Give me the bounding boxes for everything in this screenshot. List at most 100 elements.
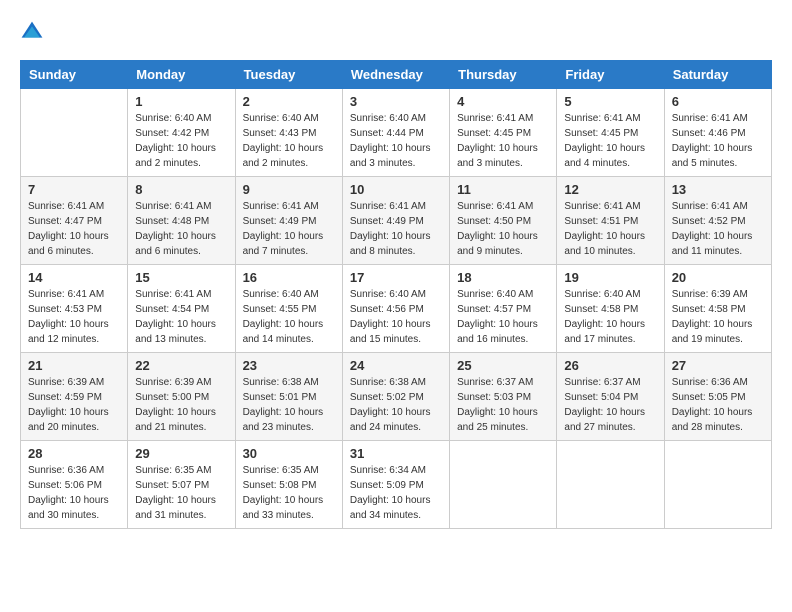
day-number: 22 <box>135 358 227 373</box>
day-number: 24 <box>350 358 442 373</box>
calendar-cell: 27 Sunrise: 6:36 AMSunset: 5:05 PMDayligh… <box>664 353 771 441</box>
day-info: Sunrise: 6:35 AMSunset: 5:07 PMDaylight:… <box>135 463 227 523</box>
calendar-cell: 11 Sunrise: 6:41 AMSunset: 4:50 PMDayligh… <box>450 177 557 265</box>
calendar-week-row: 21Sunrise: 6:39 AMSunset: 4:59 PMDayligh… <box>21 353 772 441</box>
day-number: 23 <box>243 358 335 373</box>
calendar-header-row: SundayMondayTuesdayWednesdayThursdayFrid… <box>21 61 772 89</box>
calendar-cell: 4 Sunrise: 6:41 AMSunset: 4:45 PMDaylight… <box>450 89 557 177</box>
day-number: 16 <box>243 270 335 285</box>
day-number: 26 <box>564 358 656 373</box>
calendar-cell: 3Sunrise: 6:40 AMSunset: 4:44 PMDaylight… <box>342 89 449 177</box>
day-info: Sunrise: 6:38 AMSunset: 5:01 PMDaylight:… <box>243 375 335 435</box>
calendar-table: SundayMondayTuesdayWednesdayThursdayFrid… <box>20 60 772 529</box>
day-number: 7 <box>28 182 120 197</box>
page-header <box>20 20 772 44</box>
calendar-cell: 14 Sunrise: 6:41 AMSunset: 4:53 PMDayligh… <box>21 265 128 353</box>
weekday-header: Saturday <box>664 61 771 89</box>
calendar-cell: 19 Sunrise: 6:40 AMSunset: 4:58 PMDayligh… <box>557 265 664 353</box>
day-number: 27 <box>672 358 764 373</box>
day-number: 20 <box>672 270 764 285</box>
day-info: Sunrise: 6:41 AMSunset: 4:47 PMDaylight:… <box>28 199 120 259</box>
calendar-cell: 26Sunrise: 6:37 AMSunset: 5:04 PMDayligh… <box>557 353 664 441</box>
day-info: Sunrise: 6:34 AMSunset: 5:09 PMDaylight:… <box>350 463 442 523</box>
day-number: 3 <box>350 94 442 109</box>
logo <box>20 20 48 44</box>
calendar-week-row: 1 Sunrise: 6:40 AMSunset: 4:42 PMDaylight… <box>21 89 772 177</box>
day-number: 11 <box>457 182 549 197</box>
weekday-header: Friday <box>557 61 664 89</box>
day-number: 18 <box>457 270 549 285</box>
calendar-cell: 6Sunrise: 6:41 AMSunset: 4:46 PMDaylight… <box>664 89 771 177</box>
day-number: 30 <box>243 446 335 461</box>
calendar-cell: 16 Sunrise: 6:40 AMSunset: 4:55 PMDayligh… <box>235 265 342 353</box>
calendar-cell: 28 Sunrise: 6:36 AMSunset: 5:06 PMDayligh… <box>21 441 128 529</box>
day-number: 13 <box>672 182 764 197</box>
calendar-cell <box>21 89 128 177</box>
day-info: Sunrise: 6:41 AMSunset: 4:48 PMDaylight:… <box>135 199 227 259</box>
day-number: 2 <box>243 94 335 109</box>
calendar-cell: 20 Sunrise: 6:39 AMSunset: 4:58 PMDayligh… <box>664 265 771 353</box>
calendar-cell: 25Sunrise: 6:37 AMSunset: 5:03 PMDayligh… <box>450 353 557 441</box>
day-number: 14 <box>28 270 120 285</box>
day-info: Sunrise: 6:40 AMSunset: 4:43 PMDaylight:… <box>243 111 335 171</box>
day-info: Sunrise: 6:36 AMSunset: 5:06 PMDaylight:… <box>28 463 120 523</box>
calendar-cell: 2 Sunrise: 6:40 AMSunset: 4:43 PMDaylight… <box>235 89 342 177</box>
day-number: 9 <box>243 182 335 197</box>
day-number: 8 <box>135 182 227 197</box>
day-info: Sunrise: 6:40 AMSunset: 4:57 PMDaylight:… <box>457 287 549 347</box>
logo-icon <box>20 20 44 44</box>
calendar-week-row: 28 Sunrise: 6:36 AMSunset: 5:06 PMDayligh… <box>21 441 772 529</box>
day-info: Sunrise: 6:41 AMSunset: 4:46 PMDaylight:… <box>672 111 764 171</box>
day-number: 29 <box>135 446 227 461</box>
day-info: Sunrise: 6:40 AMSunset: 4:55 PMDaylight:… <box>243 287 335 347</box>
day-info: Sunrise: 6:41 AMSunset: 4:51 PMDaylight:… <box>564 199 656 259</box>
day-info: Sunrise: 6:37 AMSunset: 5:03 PMDaylight:… <box>457 375 549 435</box>
calendar-cell: 15 Sunrise: 6:41 AMSunset: 4:54 PMDayligh… <box>128 265 235 353</box>
day-number: 17 <box>350 270 442 285</box>
calendar-cell: 30 Sunrise: 6:35 AMSunset: 5:08 PMDayligh… <box>235 441 342 529</box>
weekday-header: Tuesday <box>235 61 342 89</box>
calendar-cell: 9 Sunrise: 6:41 AMSunset: 4:49 PMDaylight… <box>235 177 342 265</box>
calendar-cell: 1 Sunrise: 6:40 AMSunset: 4:42 PMDaylight… <box>128 89 235 177</box>
day-number: 31 <box>350 446 442 461</box>
day-number: 1 <box>135 94 227 109</box>
calendar-cell <box>450 441 557 529</box>
calendar-cell: 12Sunrise: 6:41 AMSunset: 4:51 PMDayligh… <box>557 177 664 265</box>
calendar-cell: 5Sunrise: 6:41 AMSunset: 4:45 PMDaylight… <box>557 89 664 177</box>
day-info: Sunrise: 6:41 AMSunset: 4:45 PMDaylight:… <box>564 111 656 171</box>
day-info: Sunrise: 6:39 AMSunset: 4:58 PMDaylight:… <box>672 287 764 347</box>
day-info: Sunrise: 6:41 AMSunset: 4:45 PMDaylight:… <box>457 111 549 171</box>
day-number: 15 <box>135 270 227 285</box>
calendar-cell: 13 Sunrise: 6:41 AMSunset: 4:52 PMDayligh… <box>664 177 771 265</box>
day-info: Sunrise: 6:36 AMSunset: 5:05 PMDaylight:… <box>672 375 764 435</box>
day-info: Sunrise: 6:40 AMSunset: 4:42 PMDaylight:… <box>135 111 227 171</box>
day-info: Sunrise: 6:41 AMSunset: 4:49 PMDaylight:… <box>243 199 335 259</box>
day-number: 10 <box>350 182 442 197</box>
day-info: Sunrise: 6:41 AMSunset: 4:54 PMDaylight:… <box>135 287 227 347</box>
day-info: Sunrise: 6:40 AMSunset: 4:56 PMDaylight:… <box>350 287 442 347</box>
day-number: 19 <box>564 270 656 285</box>
calendar-cell <box>557 441 664 529</box>
weekday-header: Sunday <box>21 61 128 89</box>
day-info: Sunrise: 6:39 AMSunset: 4:59 PMDaylight:… <box>28 375 120 435</box>
calendar-cell: 22 Sunrise: 6:39 AMSunset: 5:00 PMDayligh… <box>128 353 235 441</box>
calendar-cell: 17 Sunrise: 6:40 AMSunset: 4:56 PMDayligh… <box>342 265 449 353</box>
day-info: Sunrise: 6:39 AMSunset: 5:00 PMDaylight:… <box>135 375 227 435</box>
day-info: Sunrise: 6:40 AMSunset: 4:58 PMDaylight:… <box>564 287 656 347</box>
day-info: Sunrise: 6:41 AMSunset: 4:50 PMDaylight:… <box>457 199 549 259</box>
day-info: Sunrise: 6:41 AMSunset: 4:49 PMDaylight:… <box>350 199 442 259</box>
calendar-cell: 23 Sunrise: 6:38 AMSunset: 5:01 PMDayligh… <box>235 353 342 441</box>
calendar-cell: 7 Sunrise: 6:41 AMSunset: 4:47 PMDaylight… <box>21 177 128 265</box>
day-info: Sunrise: 6:41 AMSunset: 4:53 PMDaylight:… <box>28 287 120 347</box>
day-info: Sunrise: 6:38 AMSunset: 5:02 PMDaylight:… <box>350 375 442 435</box>
weekday-header: Monday <box>128 61 235 89</box>
day-number: 4 <box>457 94 549 109</box>
day-info: Sunrise: 6:35 AMSunset: 5:08 PMDaylight:… <box>243 463 335 523</box>
calendar-week-row: 14 Sunrise: 6:41 AMSunset: 4:53 PMDayligh… <box>21 265 772 353</box>
calendar-cell <box>664 441 771 529</box>
calendar-cell: 24 Sunrise: 6:38 AMSunset: 5:02 PMDayligh… <box>342 353 449 441</box>
day-number: 28 <box>28 446 120 461</box>
calendar-cell: 31 Sunrise: 6:34 AMSunset: 5:09 PMDayligh… <box>342 441 449 529</box>
calendar-cell: 18 Sunrise: 6:40 AMSunset: 4:57 PMDayligh… <box>450 265 557 353</box>
day-info: Sunrise: 6:41 AMSunset: 4:52 PMDaylight:… <box>672 199 764 259</box>
